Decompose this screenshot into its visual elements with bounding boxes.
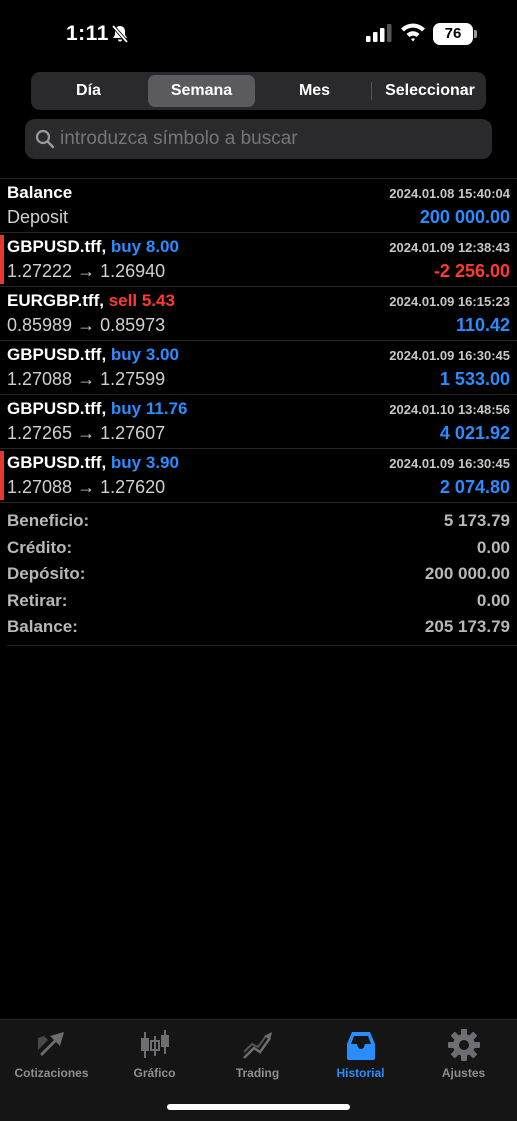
- segment-semana[interactable]: Semana: [148, 75, 255, 107]
- row-date: 2024.01.09 16:30:45: [389, 348, 510, 363]
- list-item[interactable]: GBPUSD.tff, buy 3.90 1.27088 → 1.27620 2…: [0, 448, 517, 503]
- summary-value: 0.00: [476, 590, 510, 610]
- list-item[interactable]: GBPUSD.tff, buy 8.00 1.27222 → 1.26940 2…: [0, 232, 517, 286]
- status-time: 1:11: [66, 22, 109, 45]
- row-amount: 1 533.00: [439, 369, 510, 389]
- row-date: 2024.01.09 12:38:43: [389, 240, 510, 255]
- row-symbol: GBPUSD.tff,: [7, 345, 107, 364]
- trend-icon: [206, 1028, 309, 1062]
- summary-divider: [7, 645, 517, 646]
- home-indicator[interactable]: [167, 1104, 350, 1110]
- summary-row-deposit: Depósito: 200 000.00: [0, 562, 517, 589]
- row-symbol: EURGBP.tff,: [7, 291, 104, 310]
- row-prices: 1.27088 → 1.27620: [7, 477, 166, 497]
- period-segmented-control: Día Semana Mes Seleccionar: [31, 72, 486, 110]
- battery-cap: [474, 30, 477, 38]
- row-action: buy: [110, 399, 142, 418]
- summary-label: Balance:: [7, 617, 78, 636]
- row-symbol: GBPUSD.tff,: [7, 453, 107, 472]
- row-volume: 5.43: [141, 291, 175, 310]
- summary-row-profit: Beneficio: 5 173.79: [0, 509, 517, 536]
- row-volume: 11.76: [145, 399, 188, 418]
- quotes-icon: [0, 1028, 103, 1062]
- row-title: Balance: [7, 183, 73, 202]
- tab-label: Trading: [235, 1066, 280, 1080]
- row-volume: 3.90: [145, 453, 179, 472]
- row-title: EURGBP.tff, sell 5.43: [7, 291, 175, 311]
- row-amount: -2 256.00: [433, 261, 510, 281]
- search-input[interactable]: [60, 119, 480, 159]
- tab-cotizaciones[interactable]: Cotizaciones: [0, 1028, 103, 1088]
- summary-row-withdraw: Retirar: 0.00: [0, 589, 517, 616]
- tab-historial[interactable]: Historial: [309, 1028, 412, 1088]
- row-title: GBPUSD.tff, buy 11.76: [7, 399, 187, 419]
- row-prices: 1.27088 → 1.27599: [7, 369, 166, 389]
- row-prices: 1.27222 → 1.26940: [7, 261, 166, 281]
- row-prices: 0.85989 → 0.85973: [7, 315, 166, 335]
- list-item[interactable]: GBPUSD.tff, buy 11.76 1.27265 → 1.27607 …: [0, 394, 517, 448]
- row-date: 2024.01.09 16:30:45: [389, 456, 510, 471]
- row-amount: 200 000.00: [419, 207, 510, 227]
- row-volume: 8.00: [145, 237, 179, 256]
- row-symbol: GBPUSD.tff,: [7, 399, 107, 418]
- tab-label: Cotizaciones: [14, 1066, 89, 1080]
- tab-label: Historial: [336, 1066, 385, 1080]
- wifi-icon: [400, 22, 426, 47]
- row-amount: 110.42: [455, 315, 510, 335]
- candlestick-icon: [103, 1028, 206, 1062]
- summary-row-credit: Crédito: 0.00: [0, 536, 517, 563]
- row-title: GBPUSD.tff, buy 8.00: [7, 237, 179, 257]
- segment-seleccionar[interactable]: Seleccionar: [374, 72, 486, 110]
- summary-value: 205 173.79: [424, 617, 510, 636]
- segment-dia[interactable]: Día: [31, 72, 146, 110]
- summary-label: Retirar:: [7, 590, 68, 610]
- cellular-signal-icon: [366, 24, 392, 47]
- list-item[interactable]: EURGBP.tff, sell 5.43 0.85989 → 0.85973 …: [0, 286, 517, 340]
- row-marker: [0, 235, 4, 284]
- status-bar: 1:11 76: [0, 0, 517, 70]
- summary-row-balance: Balance: 205 173.79: [0, 615, 517, 642]
- segment-divider: [371, 82, 372, 100]
- search-icon: [35, 129, 55, 154]
- summary-label: Depósito:: [7, 564, 86, 583]
- summary-label: Crédito:: [7, 537, 73, 557]
- tab-grafico[interactable]: Gráfico: [103, 1028, 206, 1088]
- tab-label: Gráfico: [133, 1066, 176, 1080]
- row-action: buy: [110, 237, 142, 256]
- row-symbol: GBPUSD.tff,: [7, 237, 107, 256]
- row-title: GBPUSD.tff, buy 3.90: [7, 453, 179, 473]
- summary-value: 0.00: [476, 537, 510, 557]
- segment-mes[interactable]: Mes: [261, 72, 368, 110]
- row-date: 2024.01.08 15:40:04: [389, 186, 510, 201]
- row-action: buy: [110, 345, 142, 364]
- battery-level: 76: [433, 23, 473, 45]
- row-marker: [0, 451, 4, 500]
- tab-label: Ajustes: [441, 1066, 486, 1080]
- summary-label: Beneficio:: [7, 511, 90, 530]
- row-amount: 4 021.92: [439, 423, 510, 443]
- list-item[interactable]: GBPUSD.tff, buy 3.00 1.27088 → 1.27599 2…: [0, 340, 517, 394]
- row-amount: 2 074.80: [439, 477, 510, 497]
- row-date: 2024.01.10 13:48:56: [389, 402, 510, 417]
- account-summary: Beneficio: 5 173.79 Crédito: 0.00 Depósi…: [0, 509, 517, 642]
- list-item[interactable]: Balance Deposit 2024.01.08 15:40:04 200 …: [0, 178, 517, 232]
- search-bar[interactable]: [25, 119, 492, 159]
- row-prices: 1.27265 → 1.27607: [7, 423, 166, 443]
- gear-icon: [412, 1028, 515, 1062]
- tab-trading[interactable]: Trading: [206, 1028, 309, 1088]
- row-action: buy: [110, 453, 142, 472]
- row-action: sell: [108, 291, 138, 310]
- history-list: Balance Deposit 2024.01.08 15:40:04 200 …: [0, 178, 517, 503]
- row-volume: 3.00: [145, 345, 179, 364]
- row-date: 2024.01.09 16:15:23: [389, 294, 510, 309]
- row-subtitle: Deposit: [7, 207, 69, 227]
- inbox-icon: [309, 1028, 412, 1062]
- row-title: GBPUSD.tff, buy 3.00: [7, 345, 179, 365]
- summary-value: 5 173.79: [443, 511, 510, 530]
- muted-bell-icon: [110, 24, 130, 49]
- tab-ajustes[interactable]: Ajustes: [412, 1028, 515, 1088]
- summary-value: 200 000.00: [424, 564, 510, 583]
